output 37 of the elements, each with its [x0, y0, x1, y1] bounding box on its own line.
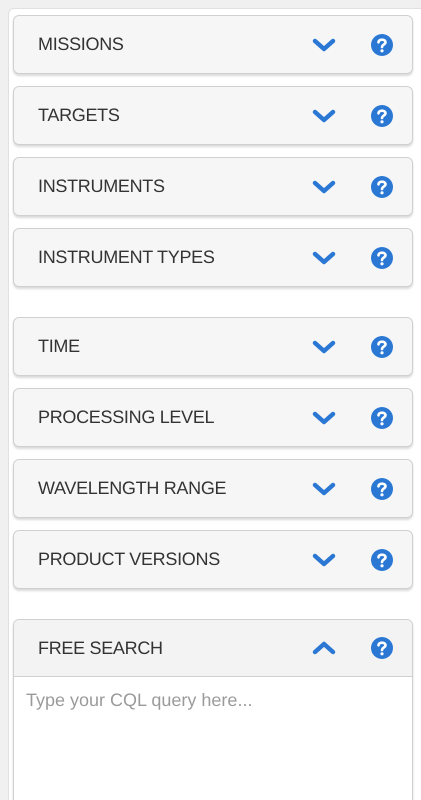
- chevron-down-icon[interactable]: [312, 38, 336, 52]
- help-icon[interactable]: [371, 548, 393, 570]
- panel-header[interactable]: FREE SEARCH: [14, 620, 412, 677]
- panel-title: TARGETS: [38, 104, 121, 127]
- panel-title: INSTRUMENT TYPES: [38, 246, 216, 269]
- panel-header[interactable]: PRODUCT VERSIONS: [14, 531, 412, 588]
- panel-title: PRODUCT VERSIONS: [38, 548, 221, 571]
- help-icon[interactable]: [371, 34, 393, 56]
- chevron-down-icon[interactable]: [312, 108, 336, 122]
- panel-header[interactable]: MISSIONS: [14, 16, 412, 73]
- panel-header[interactable]: INSTRUMENT TYPES: [14, 229, 412, 286]
- help-icon[interactable]: [371, 246, 393, 268]
- chevron-down-icon[interactable]: [312, 340, 336, 354]
- chevron-down-icon[interactable]: [312, 552, 336, 566]
- chevron-down-icon[interactable]: [312, 180, 336, 194]
- chevron-up-icon[interactable]: [312, 641, 336, 655]
- panel-header[interactable]: TARGETS: [14, 87, 412, 144]
- help-icon[interactable]: [371, 336, 393, 358]
- help-icon[interactable]: [371, 478, 393, 500]
- panel-header[interactable]: INSTRUMENTS: [14, 158, 412, 215]
- query-field[interactable]: Type your CQL query here...: [14, 677, 412, 800]
- panel-title: TIME: [38, 335, 81, 358]
- panel-title: PROCESSING LEVEL: [38, 406, 216, 429]
- chevron-down-icon[interactable]: [312, 482, 336, 496]
- panel-header[interactable]: PROCESSING LEVEL: [14, 389, 412, 446]
- chevron-down-icon[interactable]: [312, 410, 336, 424]
- help-icon[interactable]: [371, 406, 393, 428]
- chevron-down-icon[interactable]: [312, 250, 336, 264]
- panel-header[interactable]: WAVELENGTH RANGE: [14, 460, 412, 517]
- help-icon[interactable]: [371, 637, 393, 659]
- help-icon[interactable]: [371, 104, 393, 126]
- panel-header[interactable]: TIME: [14, 318, 412, 375]
- panel-title: WAVELENGTH RANGE: [38, 477, 228, 500]
- help-icon[interactable]: [371, 176, 393, 198]
- panel-title: INSTRUMENTS: [38, 175, 166, 198]
- panel-title: MISSIONS: [38, 33, 125, 56]
- panel-title: FREE SEARCH: [38, 636, 164, 660]
